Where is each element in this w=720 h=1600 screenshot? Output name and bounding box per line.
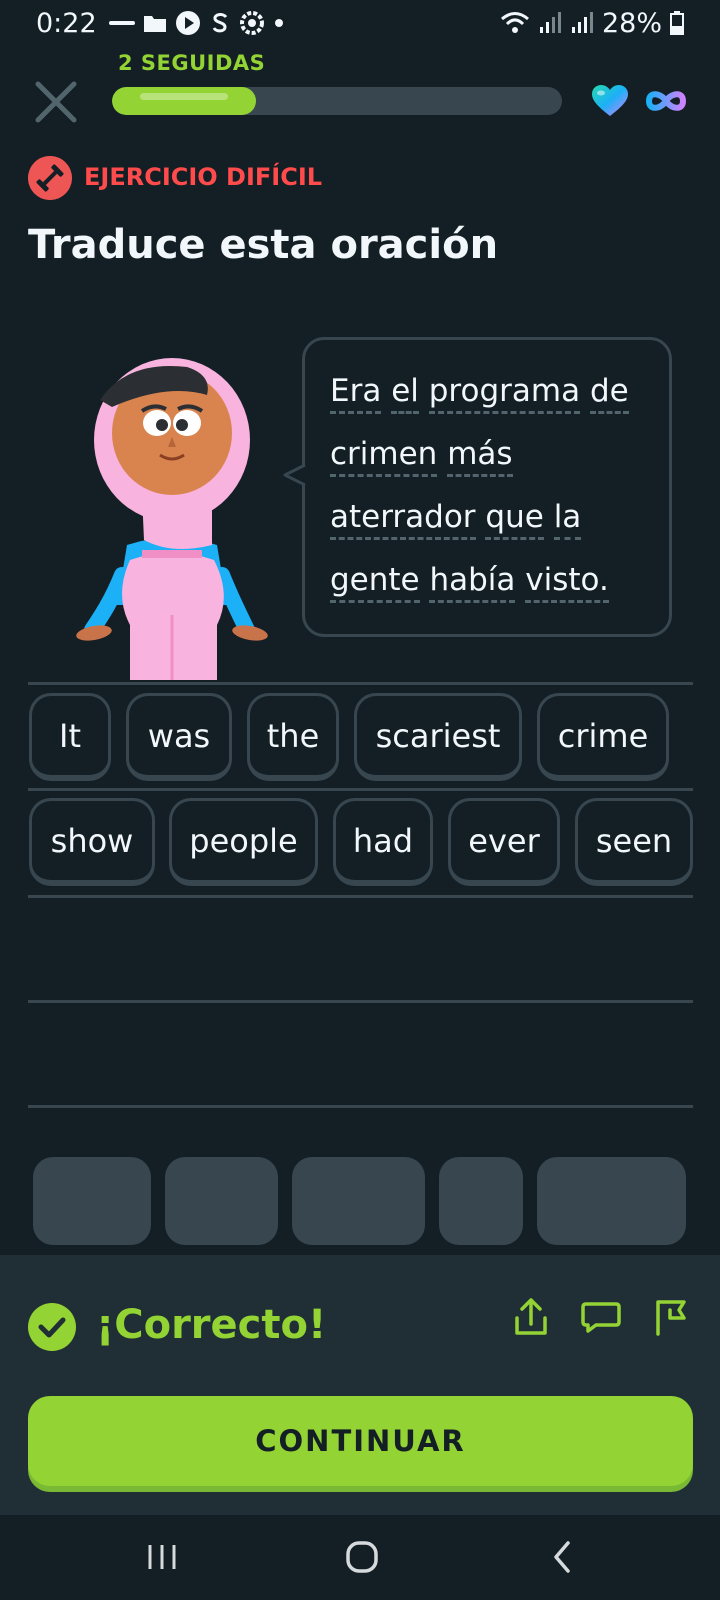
check-circle-icon <box>28 1303 76 1351</box>
wifi-icon <box>501 12 529 33</box>
word-bank-slot <box>439 1157 523 1245</box>
feedback-title: ¡Correcto! <box>96 1302 327 1348</box>
answer-word-chip[interactable]: seen <box>575 798 693 886</box>
back-icon[interactable] <box>540 1537 584 1577</box>
status-bar: 0:22 28% <box>0 0 720 46</box>
dot-icon <box>274 19 283 27</box>
continue-button[interactable]: CONTINUAR <box>28 1396 693 1486</box>
sentence-word[interactable]: la <box>553 499 582 540</box>
page-title: Traduce esta oración <box>28 222 499 268</box>
answer-word-chip[interactable]: the <box>247 693 339 781</box>
status-time: 0:22 <box>36 7 97 39</box>
close-button[interactable] <box>32 78 80 126</box>
sentence-word[interactable]: visto. <box>525 562 609 603</box>
home-icon[interactable] <box>340 1537 384 1577</box>
progress-fill <box>112 87 256 115</box>
s-app-icon <box>212 13 227 33</box>
sentence-word[interactable]: gente <box>330 562 420 603</box>
answer-word-chip[interactable]: people <box>169 798 318 886</box>
character-illustration <box>76 358 268 680</box>
sentence-word[interactable]: había <box>429 562 516 603</box>
word-bank-slot <box>292 1157 425 1245</box>
sentence-word[interactable]: de <box>589 373 629 414</box>
answer-line <box>28 895 693 898</box>
answer-word-chip[interactable]: had <box>333 798 433 886</box>
battery-percent: 28% <box>601 7 662 39</box>
sentence-line: aterrador que la <box>330 486 650 549</box>
status-system-icons: 28% <box>500 8 684 39</box>
battery-icon <box>670 11 684 35</box>
close-icon <box>35 81 77 123</box>
play-icon <box>175 11 200 35</box>
report-flag-icon[interactable] <box>650 1296 692 1338</box>
speech-bubble-tail <box>283 463 306 487</box>
answer-word-chip[interactable]: ever <box>448 798 560 886</box>
infinity-icon <box>645 91 687 111</box>
sentence-word[interactable]: más <box>447 436 513 477</box>
answer-word-chip[interactable]: show <box>29 798 155 886</box>
answer-line <box>28 788 693 791</box>
progress-shine <box>140 93 228 100</box>
prompt-sentence: Era el programa de crimen más aterrador … <box>330 360 650 612</box>
share-icon[interactable] <box>510 1296 552 1338</box>
signal-icon <box>571 12 593 33</box>
sentence-line: gente había visto. <box>330 549 650 612</box>
sentence-word[interactable]: el <box>391 373 419 414</box>
answer-word-chip[interactable]: crime <box>537 693 669 781</box>
word-bank-slot <box>165 1157 278 1245</box>
word-bank-slot <box>33 1157 151 1245</box>
answer-line <box>28 682 693 685</box>
heart-icon[interactable] <box>591 84 629 118</box>
sentence-word[interactable]: Era <box>330 373 382 414</box>
status-notification-icons <box>108 10 285 36</box>
answer-line <box>28 1105 693 1108</box>
word-bank-slot <box>537 1157 686 1245</box>
signal-icon <box>539 12 561 33</box>
sentence-word[interactable]: aterrador <box>330 499 476 540</box>
sentence-word[interactable]: que <box>485 499 544 540</box>
folder-icon <box>143 16 166 32</box>
coursera-icon <box>108 21 135 25</box>
sentence-word[interactable]: crimen <box>330 436 438 477</box>
sentence-word[interactable]: programa <box>428 373 581 414</box>
lesson-progress-bar <box>112 87 562 115</box>
vpn-gear-icon <box>239 11 264 35</box>
hard-exercise-label: EJERCICIO DIFÍCIL <box>84 163 323 191</box>
answer-word-chip[interactable]: It <box>29 693 111 781</box>
comment-icon[interactable] <box>580 1296 622 1338</box>
sentence-line: crimen más <box>330 423 650 486</box>
dumbbell-icon <box>28 156 72 200</box>
recent-apps-icon[interactable] <box>140 1537 184 1577</box>
sentence-line: Era el programa de <box>330 360 650 423</box>
answer-line <box>28 1000 693 1003</box>
answer-word-chip[interactable]: scariest <box>354 693 522 781</box>
streak-label: 2 SEGUIDAS <box>118 51 266 75</box>
answer-word-chip[interactable]: was <box>126 693 232 781</box>
